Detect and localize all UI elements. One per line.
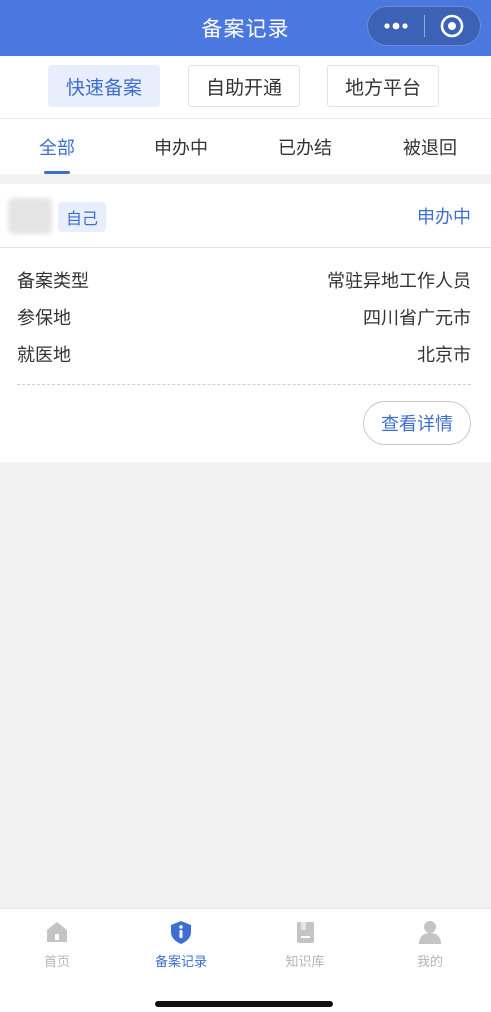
filter-row: 快速备案 自助开通 地方平台 <box>0 56 491 118</box>
home-icon <box>47 922 67 942</box>
nav-label: 备案记录 <box>154 955 207 970</box>
bottom-nav: 首页 备案记录 知识库 我的 <box>0 908 491 1012</box>
close-target-icon <box>441 14 464 38</box>
book-icon <box>297 922 314 943</box>
nav-item-home[interactable]: 首页 <box>2 909 112 979</box>
nav-label: 首页 <box>43 955 70 970</box>
more-button[interactable] <box>368 7 424 45</box>
home-indicator <box>155 1001 333 1007</box>
tab-completed[interactable]: 已办结 <box>265 119 345 175</box>
tab-all[interactable]: 全部 <box>17 119 97 175</box>
record-card-header: 自己 申办中 <box>0 184 491 248</box>
info-label: 参保地 <box>17 308 71 329</box>
filter-local-platform[interactable]: 地方平台 <box>327 65 439 107</box>
filter-quick-filing[interactable]: 快速备案 <box>48 65 160 107</box>
relation-tag: 自己 <box>58 202 106 232</box>
user-icon <box>419 921 441 944</box>
blurred-name <box>8 198 52 234</box>
view-details-button[interactable]: 查看详情 <box>363 401 471 445</box>
app-header: 备案记录 <box>0 0 491 56</box>
info-value: 常驻异地工作人员 <box>327 271 471 292</box>
close-button[interactable] <box>425 7 480 45</box>
page-title: 备案记录 <box>201 17 290 41</box>
info-row-medical-place: 就医地 北京市 <box>0 336 491 372</box>
info-row-insured-place: 参保地 四川省广元市 <box>0 299 491 335</box>
nav-label: 知识库 <box>285 955 325 970</box>
filter-self-service[interactable]: 自助开通 <box>188 65 300 107</box>
info-label: 备案类型 <box>17 271 89 292</box>
tab-returned[interactable]: 被退回 <box>390 119 470 175</box>
info-value: 北京市 <box>417 345 471 366</box>
tab-in-progress[interactable]: 申办中 <box>141 119 221 175</box>
dashed-divider <box>17 384 471 385</box>
status-badge: 申办中 <box>417 207 471 228</box>
shield-info-icon <box>171 921 191 944</box>
info-row-filing-type: 备案类型 常驻异地工作人员 <box>0 262 491 298</box>
info-label: 就医地 <box>17 345 71 366</box>
info-value: 四川省广元市 <box>363 308 471 329</box>
nav-item-knowledge[interactable]: 知识库 <box>250 909 360 979</box>
page: 备案记录 快速备案 自助开通 地方平台 全部 申办中 已办结 被退回 自己 申办… <box>0 0 491 1012</box>
nav-item-mine[interactable]: 我的 <box>375 909 485 979</box>
nav-label: 我的 <box>416 955 443 970</box>
nav-item-records[interactable]: 备案记录 <box>126 909 236 979</box>
mini-program-capsule <box>367 6 481 46</box>
record-card[interactable]: 自己 申办中 备案类型 常驻异地工作人员 参保地 四川省广元市 就医地 北京市 … <box>0 184 491 462</box>
status-tabs: 全部 申办中 已办结 被退回 <box>0 118 491 174</box>
more-dots-icon <box>384 22 408 30</box>
active-tab-indicator <box>44 171 70 174</box>
